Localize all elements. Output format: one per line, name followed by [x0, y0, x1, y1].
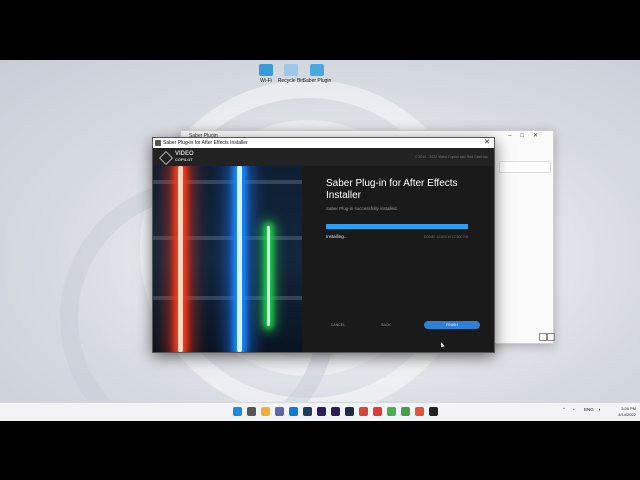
- desktop-icon-saber[interactable]: Saber Plugin: [300, 64, 334, 84]
- app-icon: [155, 140, 161, 146]
- video-copilot-logo: VIDEO COPILOT: [158, 150, 194, 165]
- installer-titlebar[interactable]: Saber Plug-in for After Effects Installe…: [153, 138, 494, 148]
- system-clock[interactable]: 3:26 PM 4/14/2022: [618, 406, 636, 418]
- rig-bar: [153, 296, 302, 300]
- edge-icon[interactable]: [289, 407, 298, 416]
- after-effects-icon[interactable]: [317, 407, 326, 416]
- volume-icon[interactable]: ◗: [598, 407, 601, 412]
- copyright-text: © 2010 - 2022 Video Copilot and Red Gian…: [414, 155, 488, 159]
- explorer-search-box[interactable]: [499, 161, 551, 173]
- installer-icon: [310, 64, 324, 76]
- installer-footer: [302, 340, 494, 352]
- file-explorer-icon[interactable]: [261, 407, 270, 416]
- installing-label: Installing...: [326, 234, 348, 239]
- installer-header: VIDEO COPILOT © 2010 - 2022 Video Copilot…: [153, 148, 494, 166]
- rig-bar: [153, 180, 302, 184]
- logo-mark-icon: [158, 150, 174, 165]
- windows-start-icon[interactable]: [233, 407, 242, 416]
- progress-bar: [326, 224, 468, 229]
- blue-saber-beam: [237, 166, 242, 352]
- monitor-icon: [259, 64, 273, 76]
- window-controls[interactable]: –□✕: [508, 132, 547, 139]
- bolt-app-icon[interactable]: [373, 407, 382, 416]
- installer-window-title: Saber Plug-in for After Effects Installe…: [163, 140, 248, 146]
- chat-icon[interactable]: [275, 407, 284, 416]
- progress-size-text: DONE! 12,500 of 12,500 KB: [424, 235, 468, 239]
- presentation-app-icon[interactable]: [415, 407, 424, 416]
- network-icon[interactable]: ◔: [572, 407, 575, 412]
- cancel-button[interactable]: CANCEL: [318, 321, 358, 329]
- finish-button[interactable]: FINISH: [424, 321, 480, 329]
- chrome-icon[interactable]: [359, 407, 368, 416]
- saber-hero-image: [153, 166, 302, 352]
- back-button[interactable]: BACK: [366, 321, 406, 329]
- details-view-icon[interactable]: [539, 333, 547, 341]
- rig-bar: [153, 236, 302, 240]
- camtasia-icon[interactable]: [401, 407, 410, 416]
- installer-app-icon[interactable]: [429, 407, 438, 416]
- premiere-icon[interactable]: [331, 407, 340, 416]
- status-message: Saber Plug-in successfully installed.: [326, 206, 398, 211]
- close-icon[interactable]: ✕: [484, 138, 490, 146]
- language-indicator[interactable]: ENG: [584, 407, 594, 412]
- tray-chevron-icon[interactable]: ⌃: [562, 407, 566, 413]
- taskbar: ⌃ ◔ ENG ◗ 3:26 PM 4/14/2022: [0, 402, 640, 421]
- clock-date: 4/14/2022: [618, 412, 636, 417]
- media-encoder-icon[interactable]: [345, 407, 354, 416]
- desktop: Wi-Fi Recycle Bin Saber Plugin Saber Plu…: [0, 60, 640, 420]
- progress-fill: [326, 224, 468, 229]
- desktop-icon-label: Saber Plugin: [302, 78, 332, 84]
- photoshop-icon[interactable]: [303, 407, 312, 416]
- logo-line2: COPILOT: [175, 157, 193, 162]
- green-saber-beam: [267, 226, 270, 326]
- android-app-icon[interactable]: [387, 407, 396, 416]
- recycle-bin-icon: [284, 64, 298, 76]
- red-saber-beam: [178, 166, 183, 352]
- search-icon[interactable]: [247, 407, 256, 416]
- tiles-view-icon[interactable]: [547, 333, 555, 341]
- installer-heading: Saber Plug-in for After Effects Installe…: [326, 178, 458, 201]
